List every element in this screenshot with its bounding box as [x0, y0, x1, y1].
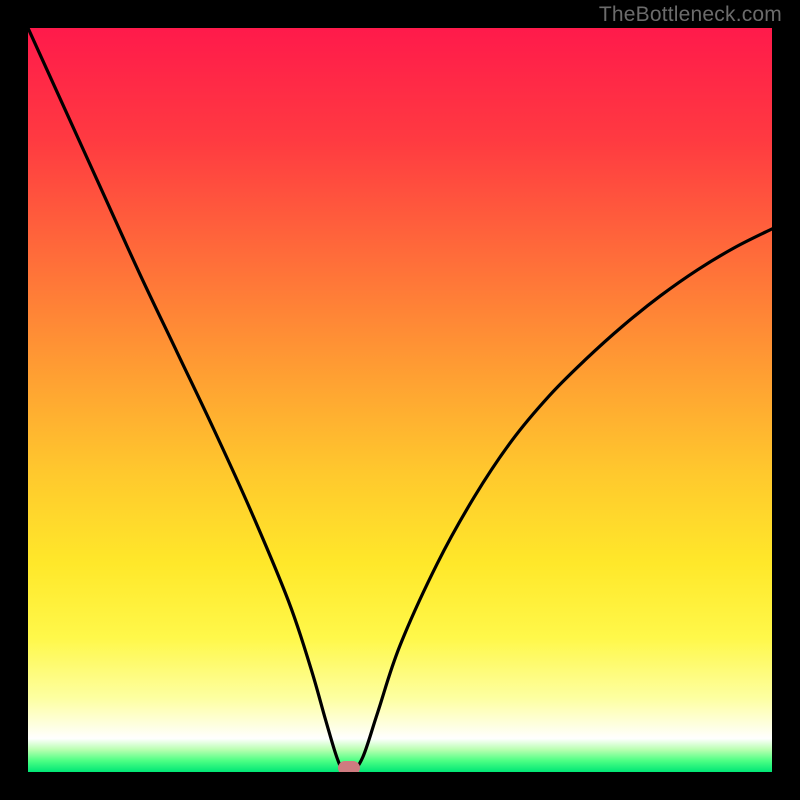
plot-area — [28, 28, 772, 772]
chart-svg — [28, 28, 772, 772]
watermark-label: TheBottleneck.com — [599, 3, 782, 27]
chart-frame: TheBottleneck.com — [0, 0, 800, 800]
gradient-background — [28, 28, 772, 772]
optimal-point-marker — [338, 761, 360, 772]
